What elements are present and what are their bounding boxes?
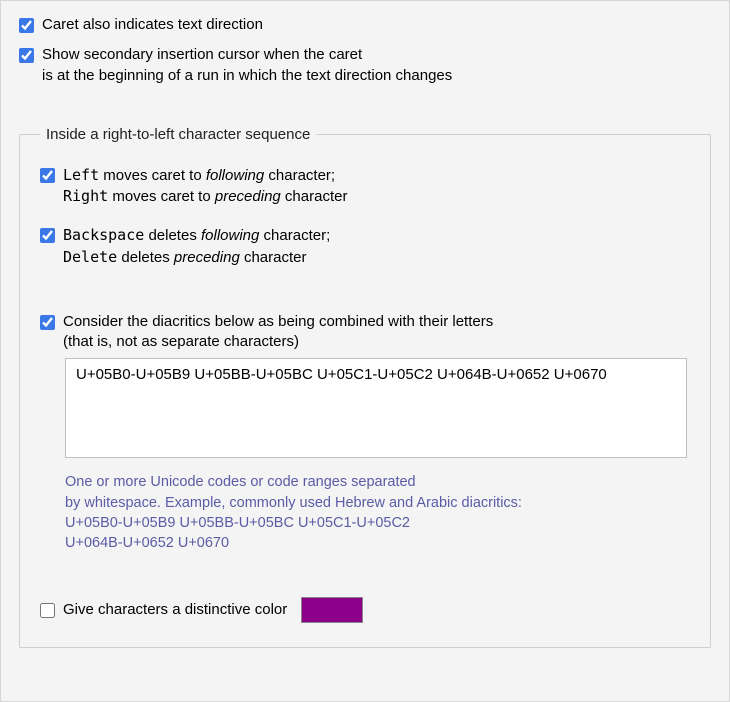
diacritics-hint: One or more Unicode codes or code ranges… xyxy=(65,472,685,553)
move-caret-label: Left moves caret to following character;… xyxy=(63,165,347,208)
secondary-cursor-label: Show secondary insertion cursor when the… xyxy=(42,45,452,86)
secondary-cursor-label-line1: Show secondary insertion cursor when the… xyxy=(42,46,362,63)
delete-row: Backspace deletes following character; D… xyxy=(40,225,690,268)
diacritics-row: Consider the diacritics below as being c… xyxy=(40,312,690,353)
distinctive-color-row: Give characters a distinctive color xyxy=(40,597,690,623)
diacritics-textarea-wrap xyxy=(65,358,690,462)
caret-direction-checkbox[interactable] xyxy=(19,18,34,33)
key-right: Right xyxy=(63,187,108,205)
secondary-cursor-row: Show secondary insertion cursor when the… xyxy=(19,45,711,86)
secondary-cursor-checkbox[interactable] xyxy=(19,48,34,63)
rtl-sequence-legend: Inside a right-to-left character sequenc… xyxy=(40,126,316,143)
key-backspace: Backspace xyxy=(63,226,144,244)
distinctive-color-checkbox[interactable] xyxy=(40,603,55,618)
diacritics-textarea[interactable] xyxy=(65,358,687,458)
diacritics-label-line2: (that is, not as separate characters) xyxy=(63,333,299,350)
diacritics-label: Consider the diacritics below as being c… xyxy=(63,312,493,353)
bidi-options-panel: Caret also indicates text direction Show… xyxy=(0,0,730,702)
delete-checkbox[interactable] xyxy=(40,228,55,243)
caret-direction-label: Caret also indicates text direction xyxy=(42,15,263,35)
secondary-cursor-label-line2: is at the beginning of a run in which th… xyxy=(42,67,452,84)
distinctive-color-swatch[interactable] xyxy=(301,597,363,623)
rtl-sequence-group: Inside a right-to-left character sequenc… xyxy=(19,126,711,649)
caret-direction-row: Caret also indicates text direction xyxy=(19,15,711,35)
move-caret-checkbox[interactable] xyxy=(40,168,55,183)
move-caret-row: Left moves caret to following character;… xyxy=(40,165,690,208)
diacritics-checkbox[interactable] xyxy=(40,315,55,330)
diacritics-label-line1: Consider the diacritics below as being c… xyxy=(63,313,493,330)
key-delete: Delete xyxy=(63,248,117,266)
distinctive-color-label: Give characters a distinctive color xyxy=(63,600,287,620)
key-left: Left xyxy=(63,166,99,184)
delete-label: Backspace deletes following character; D… xyxy=(63,225,330,268)
